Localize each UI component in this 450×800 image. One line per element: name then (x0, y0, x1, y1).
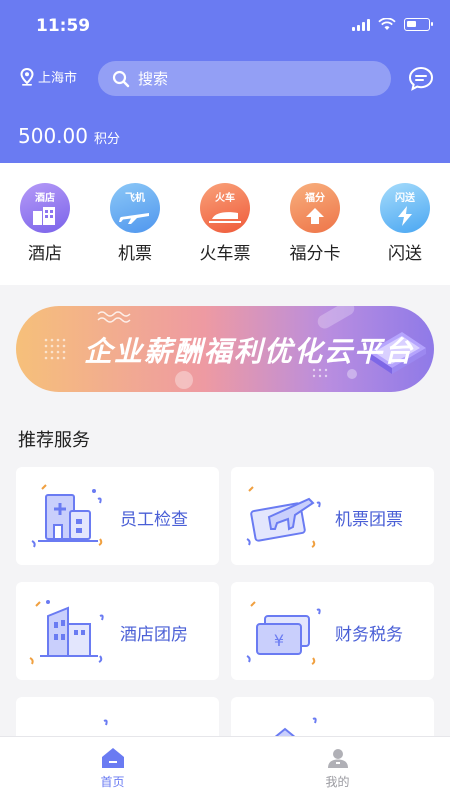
search-input[interactable]: 搜索 (98, 61, 391, 96)
banner-title: 企业薪酬福利优化云平台 (84, 335, 415, 368)
service-card-finance-tax[interactable]: ¥ 财务税务 (231, 582, 434, 680)
points-unit: 积分 (93, 132, 120, 147)
category-row: 酒店 酒店 飞机 机票 火车 火车票 福分 福分卡 闪送 闪送 (0, 163, 450, 285)
service-label: 酒店团房 (120, 625, 188, 645)
category-fufen-card[interactable]: 福分 福分卡 (275, 183, 355, 285)
bottom-tab-bar: 首页 我的 (0, 736, 450, 800)
category-label: 福分卡 (289, 244, 341, 264)
section-title: 推荐服务 (18, 430, 90, 451)
category-flight[interactable]: 飞机 机票 (95, 183, 175, 285)
category-label: 火车票 (199, 244, 251, 264)
category-label: 机票 (118, 244, 152, 264)
location-pin-icon (20, 67, 34, 86)
service-card-group-flight[interactable]: 机票团票 (231, 467, 434, 565)
category-flash-delivery[interactable]: 闪送 闪送 (365, 183, 445, 285)
service-label: 机票团票 (335, 510, 403, 530)
points-value: 500.00 (18, 124, 88, 148)
tab-me[interactable]: 我的 (225, 737, 450, 800)
category-hotel[interactable]: 酒店 酒店 (5, 183, 85, 285)
tab-label: 我的 (325, 775, 350, 789)
search-placeholder: 搜索 (138, 70, 169, 88)
signal-icon (352, 18, 370, 31)
battery-icon (404, 18, 433, 31)
header: 11:59 上海市 搜索 500.00 积分 (0, 0, 450, 163)
category-label: 闪送 (388, 244, 422, 264)
location-text: 上海市 (38, 71, 78, 86)
airplane-icon: 飞机 (110, 183, 160, 233)
flash-delivery-icon: 闪送 (380, 183, 430, 233)
status-bar: 11:59 (0, 0, 450, 52)
status-icons (352, 18, 433, 31)
home-icon (101, 748, 124, 768)
currency-icon: ¥ (246, 601, 321, 665)
service-card-employee-check[interactable]: 员工检查 (16, 467, 219, 565)
service-card-group-hotel[interactable]: 酒店团房 (16, 582, 219, 680)
train-icon: 火车 (200, 183, 250, 233)
flight-ticket-icon (246, 486, 321, 548)
hospital-icon (31, 484, 103, 548)
building-icon (29, 600, 104, 665)
wifi-icon (378, 18, 396, 30)
points-balance[interactable]: 500.00 积分 (18, 124, 120, 148)
fufen-card-icon: 福分 (290, 183, 340, 233)
service-label: 员工检查 (120, 510, 188, 530)
user-icon (327, 749, 348, 768)
category-label: 酒店 (28, 244, 62, 264)
svg-text:¥: ¥ (274, 631, 284, 650)
tab-home[interactable]: 首页 (0, 737, 225, 800)
promo-banner[interactable]: 企业薪酬福利优化云平台 (16, 306, 434, 392)
category-train[interactable]: 火车 火车票 (185, 183, 265, 285)
hotel-icon: 酒店 (20, 183, 70, 233)
message-icon[interactable] (408, 66, 434, 92)
service-label: 财务税务 (335, 625, 403, 645)
location-selector[interactable]: 上海市 (20, 67, 77, 86)
tab-label: 首页 (100, 775, 125, 789)
search-icon (112, 70, 130, 87)
status-time: 11:59 (36, 16, 91, 36)
